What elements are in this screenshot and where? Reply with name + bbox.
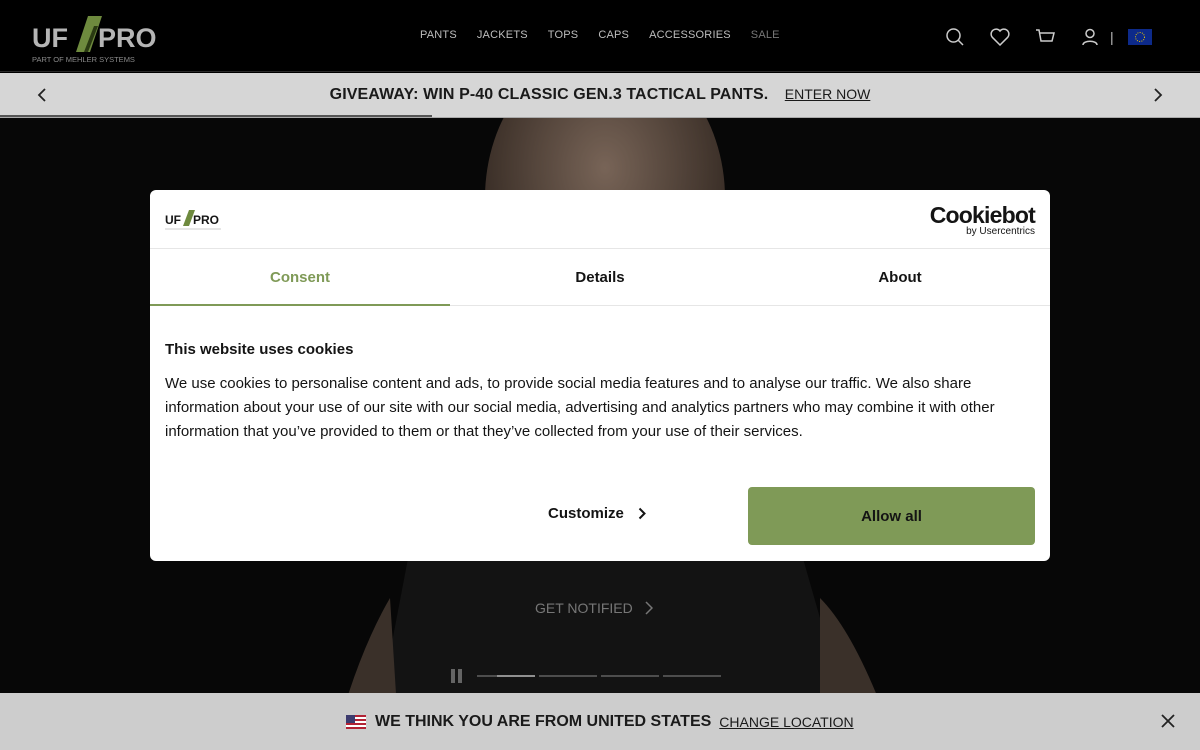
tab-about[interactable]: About [750, 249, 1050, 305]
enter-now-link[interactable]: ENTER NOW [785, 86, 871, 102]
svg-text:PRO: PRO [98, 23, 157, 53]
location-text: WE THINK YOU ARE FROM UNITED STATES [375, 713, 712, 730]
svg-text:PRO: PRO [193, 213, 219, 227]
cookiebot-brand: Cookiebot [929, 202, 1036, 228]
user-icon[interactable] [1078, 25, 1102, 49]
promo-progress-bar [0, 115, 432, 117]
chevron-right-icon[interactable] [1148, 85, 1168, 105]
header-actions: | [943, 25, 1152, 49]
heart-icon[interactable] [988, 25, 1012, 49]
dialog-actions: Customize Allow all [150, 487, 1050, 545]
dialog-body: This website uses cookies We use cookies… [150, 306, 1050, 444]
header-separator: | [1110, 29, 1114, 45]
search-icon[interactable] [943, 25, 967, 49]
nav-item-caps[interactable]: CAPS [598, 29, 629, 41]
cookie-consent-dialog: UF PRO Cookiebot by Usercentrics Consent… [150, 190, 1050, 561]
change-location-link[interactable]: CHANGE LOCATION [719, 714, 853, 730]
us-flag-icon [346, 715, 366, 729]
cookiebot-logo: Cookiebot by Usercentrics [929, 202, 1036, 238]
dialog-header: UF PRO Cookiebot by Usercentrics [150, 190, 1050, 249]
nav-item-jackets[interactable]: JACKETS [477, 29, 528, 41]
eu-flag-icon[interactable] [1127, 29, 1152, 45]
nav-item-tops[interactable]: TOPS [548, 29, 579, 41]
nav-item-accessories[interactable]: ACCESSORIES [649, 29, 731, 41]
site-header: UF PRO PART OF MEHLER SYSTEMS PANTS JACK… [0, 0, 1200, 72]
nav-item-pants[interactable]: PANTS [420, 29, 457, 41]
dialog-text: We use cookies to personalise content an… [165, 375, 995, 440]
svg-text:UF: UF [165, 213, 181, 227]
promo-bar: GIVEAWAY: WIN P-40 CLASSIC GEN.3 TACTICA… [0, 73, 1200, 118]
customize-button[interactable]: Customize [548, 505, 646, 522]
nav-item-sale[interactable]: SALE [751, 29, 780, 41]
allow-all-button[interactable]: Allow all [748, 487, 1035, 545]
main-nav: PANTS JACKETS TOPS CAPS ACCESSORIES SALE [420, 29, 780, 41]
tab-consent[interactable]: Consent [150, 249, 450, 306]
svg-text:PART OF MEHLER SYSTEMS: PART OF MEHLER SYSTEMS [32, 55, 135, 64]
close-icon[interactable] [1160, 713, 1176, 729]
location-bar: WE THINK YOU ARE FROM UNITED STATES CHAN… [0, 693, 1200, 750]
dialog-title: This website uses cookies [165, 341, 354, 358]
dialog-tabs: Consent Details About [150, 249, 1050, 306]
chevron-right-icon [638, 507, 646, 520]
page: UF PRO PART OF MEHLER SYSTEMS PANTS JACK… [0, 0, 1200, 750]
promo-title: GIVEAWAY: WIN P-40 CLASSIC GEN.3 TACTICA… [329, 86, 769, 103]
customize-label: Customize [548, 505, 624, 522]
promo-message: GIVEAWAY: WIN P-40 CLASSIC GEN.3 TACTICA… [0, 86, 1200, 104]
cart-icon[interactable] [1033, 25, 1057, 49]
svg-text:UF: UF [32, 23, 68, 53]
ufpro-logo[interactable]: UF PRO PART OF MEHLER SYSTEMS [32, 10, 167, 65]
ufpro-logo: UF PRO [165, 207, 223, 236]
location-message: WE THINK YOU ARE FROM UNITED STATES CHAN… [346, 713, 854, 731]
tab-details[interactable]: Details [450, 249, 750, 305]
